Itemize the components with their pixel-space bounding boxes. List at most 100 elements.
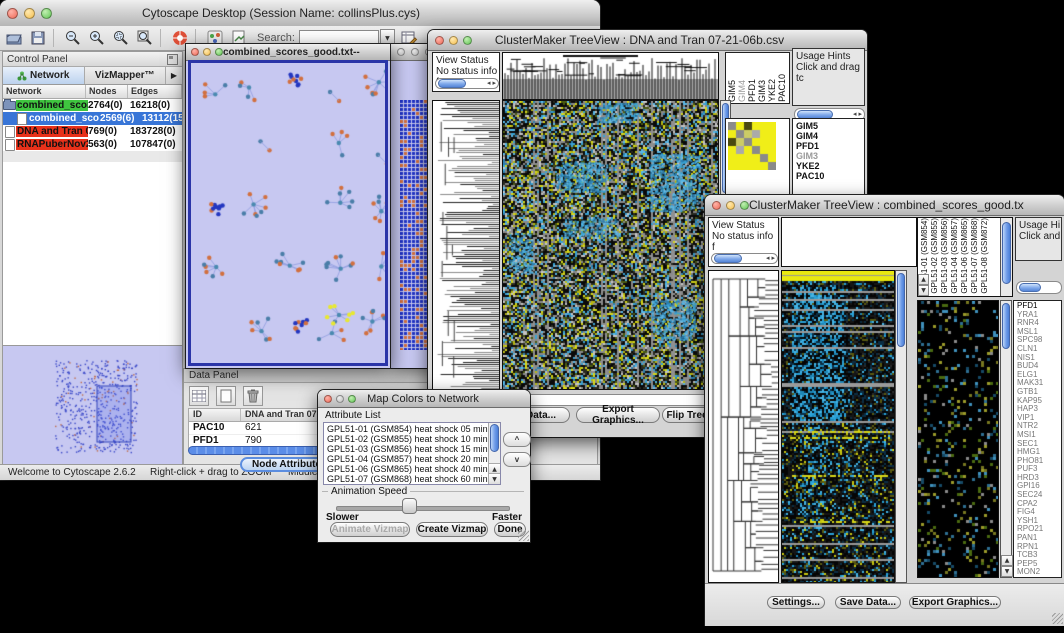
- network-list-row[interactable]: combined_scores 2764(0) 16218(0): [3, 99, 182, 112]
- zoom-window-icon[interactable]: [348, 395, 356, 403]
- close-icon[interactable]: [7, 8, 18, 19]
- minimize-icon[interactable]: [411, 48, 419, 56]
- treeview-button[interactable]: Settings...: [767, 596, 825, 609]
- row-label[interactable]: GIM4: [796, 131, 864, 141]
- close-icon[interactable]: [397, 48, 405, 56]
- network-list-row[interactable]: combined_sco 2569(6) 13112(15): [3, 112, 182, 125]
- view-status-scrollbar[interactable]: ◂▸: [435, 78, 499, 89]
- attribute-list-item[interactable]: GPL51-04 (GSM857) heat shock 20 min: [324, 454, 500, 464]
- row-label[interactable]: PAC10: [796, 171, 864, 181]
- attribute-list-item[interactable]: GPL51-01 (GSM854) heat shock 05 min: [324, 424, 500, 434]
- tab-network[interactable]: Network: [3, 67, 85, 84]
- network-canvas[interactable]: [191, 63, 385, 362]
- minimize-icon[interactable]: [203, 48, 211, 56]
- zoom-out-icon[interactable]: [63, 28, 83, 48]
- heatmap-canvas[interactable]: [503, 101, 718, 389]
- secondary-heatmap-canvas[interactable]: [918, 301, 998, 577]
- minimize-icon[interactable]: [24, 8, 35, 19]
- column-label[interactable]: GPL51-03 (GSM856): [940, 218, 949, 294]
- window-controls[interactable]: [0, 8, 52, 19]
- network-overview-panel[interactable]: [3, 346, 182, 464]
- network-overview-canvas[interactable]: [3, 346, 182, 465]
- minimize-icon[interactable]: [336, 395, 344, 403]
- network-list-row[interactable]: RNAPuberNov2+ 563(0) 107847(0): [3, 138, 182, 151]
- zoom-window-icon[interactable]: [41, 8, 52, 19]
- new-page-icon[interactable]: [216, 386, 236, 406]
- column-label[interactable]: GIM4: [738, 80, 747, 102]
- trash-icon[interactable]: [243, 386, 263, 406]
- close-icon[interactable]: [324, 395, 332, 403]
- usage-hints-title: Usage Hints: [793, 49, 864, 62]
- column-label[interactable]: GIM5: [728, 80, 737, 102]
- label-scroll-arrows[interactable]: ▲▼: [918, 274, 929, 296]
- row-dendrogram-canvas[interactable]: [709, 271, 778, 582]
- network-edges-count: 13112(15): [142, 113, 182, 124]
- usage-hints-text: Click and: [1016, 231, 1061, 242]
- minimize-icon[interactable]: [726, 201, 735, 210]
- heatmap-vscrollbar[interactable]: [895, 270, 907, 583]
- row-dendrogram-canvas[interactable]: [433, 101, 499, 389]
- attribute-list-item[interactable]: GPL51-02 (GSM855) heat shock 10 min: [324, 434, 500, 444]
- close-icon[interactable]: [712, 201, 721, 210]
- table-icon[interactable]: [189, 386, 209, 406]
- treeview-button[interactable]: Save Data...: [835, 596, 901, 609]
- attribute-list-item[interactable]: GPL51-07 (GSM868) heat shock 60 min: [324, 474, 500, 484]
- column-label[interactable]: PFD1: [748, 79, 757, 102]
- attribute-list[interactable]: GPL51-01 (GSM854) heat shock 05 minGPL51…: [323, 422, 501, 485]
- network-file-icon: [3, 126, 16, 138]
- control-panel-tabs: Network VizMapper™ ▶: [3, 67, 182, 85]
- network-list-row[interactable]: DNA and Tran 07 769(0) 183728(0): [3, 125, 182, 138]
- column-label[interactable]: GIM3: [758, 80, 767, 102]
- save-icon[interactable]: [28, 28, 48, 48]
- tab-overflow-arrow-icon[interactable]: ▶: [166, 67, 182, 84]
- close-icon[interactable]: [435, 36, 444, 45]
- zoom-window-icon[interactable]: [463, 36, 472, 45]
- attribute-list-item[interactable]: GPL51-03 (GSM856) heat shock 15 min: [324, 444, 500, 454]
- animate-vizmap-button[interactable]: Animate Vizmap: [330, 522, 410, 537]
- column-label[interactable]: PAC10: [778, 74, 787, 102]
- column-dendrogram-canvas[interactable]: [503, 53, 718, 99]
- heatmap-canvas[interactable]: [782, 271, 894, 582]
- row-label[interactable]: PFD1: [796, 141, 864, 151]
- move-up-button[interactable]: ^: [503, 432, 531, 447]
- attribute-list-scrollbar[interactable]: ▲ ▼: [488, 423, 500, 484]
- row-label[interactable]: GIM5: [796, 121, 864, 131]
- column-label[interactable]: GPL51-06 (GSM865): [960, 218, 969, 294]
- tab-vizmapper[interactable]: VizMapper™: [85, 67, 167, 84]
- zoom-fit-icon[interactable]: [135, 28, 155, 48]
- gene-list-scrollbar[interactable]: ▲▼: [1000, 300, 1012, 578]
- column-label[interactable]: GPL51-07 (GSM868): [970, 218, 979, 294]
- column-label[interactable]: GPL51-08 (GSM872): [980, 218, 989, 294]
- treeview-button[interactable]: Export Graphics...: [909, 596, 1001, 609]
- id-column-header[interactable]: ID: [189, 409, 241, 421]
- network-file-icon: [3, 139, 16, 151]
- zoom-selected-icon[interactable]: [111, 28, 131, 48]
- open-folder-icon[interactable]: [4, 28, 24, 48]
- zoom-window-icon[interactable]: [215, 48, 223, 56]
- correlation-heatmap-canvas[interactable]: [728, 122, 776, 170]
- main-titlebar[interactable]: Cytoscape Desktop (Session Name: collins…: [0, 0, 600, 27]
- treeview-button[interactable]: Export Graphics...: [576, 407, 660, 423]
- treeview-window-2: ClusterMaker TreeView : combined_scores_…: [705, 195, 1064, 625]
- network-name: combined_sco: [28, 113, 100, 124]
- minimize-icon[interactable]: [449, 36, 458, 45]
- float-panel-icon[interactable]: [167, 54, 178, 65]
- speed-slider[interactable]: [336, 506, 510, 511]
- row-label[interactable]: GIM3: [796, 151, 864, 161]
- usage-hints-scrollbar[interactable]: [1016, 281, 1062, 294]
- zoom-window-icon[interactable]: [740, 201, 749, 210]
- zoom-in-icon[interactable]: [87, 28, 107, 48]
- create-vizmap-button[interactable]: Create Vizmap: [416, 522, 488, 537]
- column-label[interactable]: GPL51-02 (GSM855): [930, 218, 939, 294]
- attribute-list-item[interactable]: GPL51-06 (GSM865) heat shock 40 min: [324, 464, 500, 474]
- data-panel-title: Data Panel: [189, 370, 238, 381]
- column-dendrogram-panel[interactable]: [781, 217, 917, 267]
- move-down-button[interactable]: v: [503, 452, 531, 467]
- gene-label[interactable]: MON2: [1017, 568, 1061, 577]
- close-icon[interactable]: [191, 48, 199, 56]
- column-label[interactable]: YKE2: [768, 79, 777, 102]
- view-status-scrollbar[interactable]: ◂▸: [711, 253, 778, 264]
- column-label[interactable]: GPL51-04 (GSM857): [950, 218, 959, 294]
- speed-slider-thumb[interactable]: [402, 498, 417, 514]
- row-label[interactable]: YKE2: [796, 161, 864, 171]
